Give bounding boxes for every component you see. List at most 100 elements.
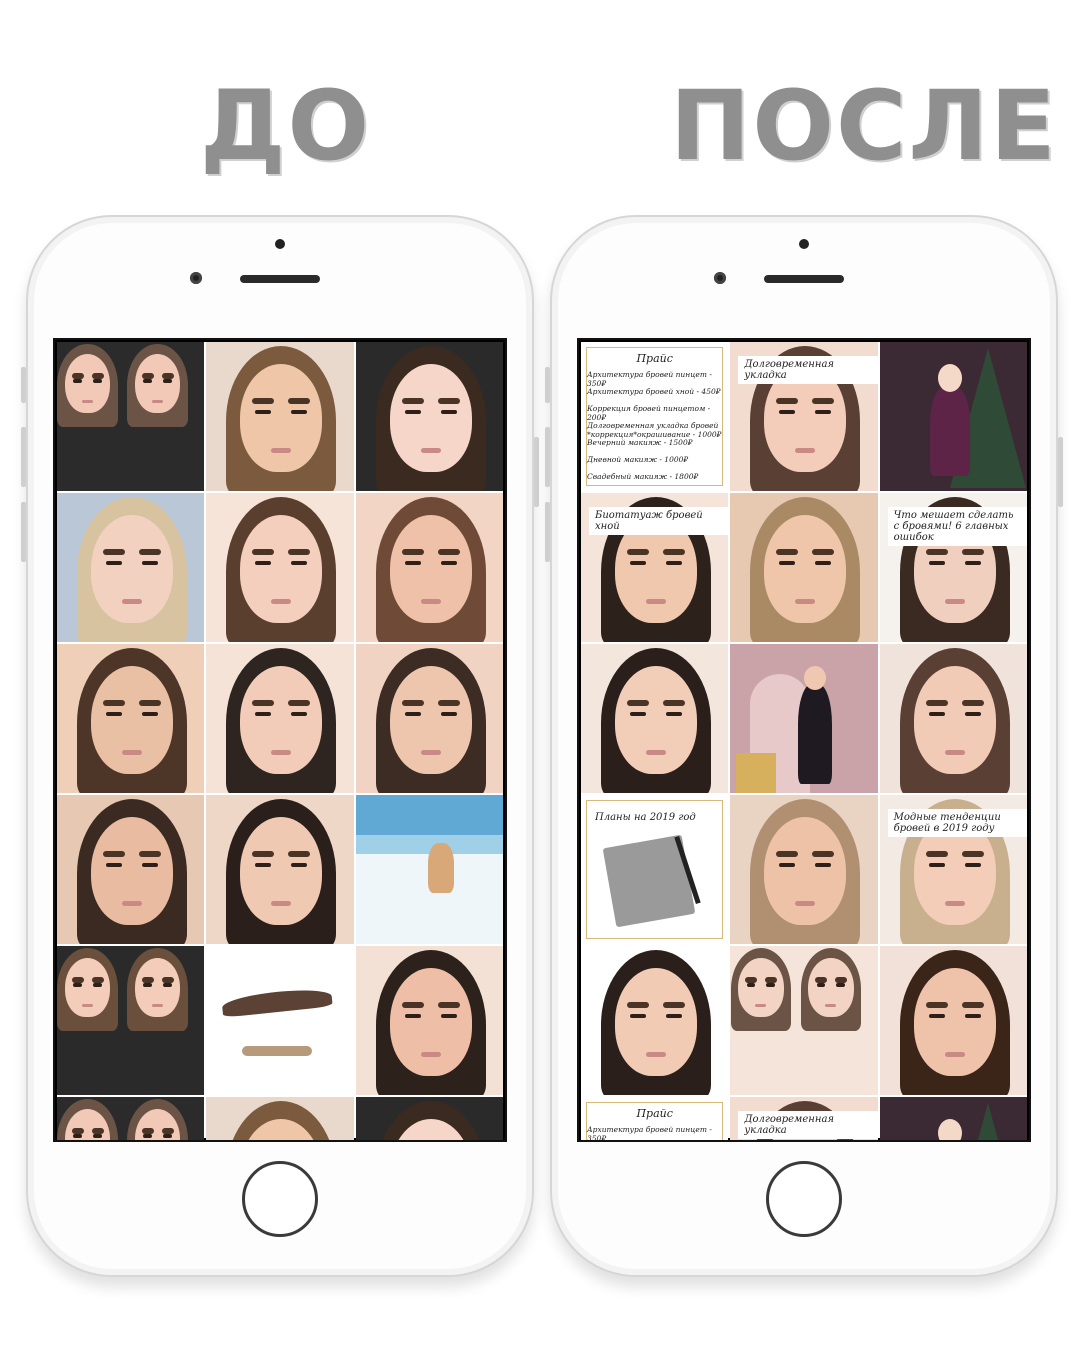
left-eyebrow (103, 700, 125, 706)
grid-post[interactable]: ПрайсАрхитектура бровей пинцет - 350₽Арх… (581, 1097, 729, 1140)
grid-post[interactable] (57, 493, 205, 642)
grid-post[interactable]: ПрайсАрхитектура бровей пинцет - 350₽Арх… (581, 342, 729, 491)
lips (944, 750, 965, 755)
grid-post[interactable] (57, 946, 205, 1095)
lips (271, 901, 292, 906)
right-eyebrow (288, 549, 311, 555)
grid-post[interactable]: Долговременная укладка (730, 1097, 878, 1140)
right-eyebrow (764, 976, 777, 983)
left-eyebrow (776, 398, 799, 404)
left-eye (779, 410, 796, 414)
grid-post[interactable]: Биотатуаж бровей хной (581, 493, 729, 642)
right-eye (964, 712, 981, 716)
right-eye (815, 863, 832, 867)
left-eye (404, 410, 421, 414)
lips (271, 448, 292, 453)
home-button[interactable] (766, 1161, 842, 1237)
right-eyebrow (139, 549, 161, 555)
right-eye (291, 712, 308, 716)
left-eye (73, 983, 83, 988)
grid-post[interactable] (206, 342, 354, 491)
grid-post[interactable] (879, 946, 1027, 1095)
right-eye (815, 410, 832, 414)
right-eyebrow (161, 372, 174, 379)
right-eyebrow (961, 700, 984, 706)
grid-post[interactable] (730, 795, 878, 944)
grid-post[interactable] (355, 946, 503, 1095)
grid-post[interactable] (355, 342, 503, 491)
left-eyebrow (745, 976, 758, 983)
instagram-grid-after: Прайс Архитектура бровей пинцет - 350₽ Арх… (581, 342, 1027, 1140)
right-eyebrow (139, 851, 161, 857)
face-shape (91, 666, 173, 774)
right-eye (666, 712, 682, 716)
grid-post[interactable] (730, 493, 878, 642)
grid-post[interactable] (206, 1097, 354, 1140)
grid-post[interactable] (730, 644, 878, 793)
sitting-woman (427, 843, 454, 893)
grid-post[interactable] (355, 795, 503, 944)
grid-post[interactable] (57, 1097, 205, 1140)
lips (646, 750, 666, 755)
grid-post[interactable] (581, 946, 729, 1095)
left-eyebrow (252, 398, 275, 404)
grid-post[interactable] (879, 644, 1027, 793)
left-eyebrow (401, 398, 424, 404)
post-caption: Долговременная укладка (738, 356, 878, 384)
right-eye (666, 561, 682, 565)
right-eye (291, 561, 308, 565)
left-eye (143, 379, 153, 384)
grid-post[interactable] (57, 644, 205, 793)
right-eye (440, 561, 457, 565)
right-eyebrow (812, 549, 835, 555)
grid-post[interactable] (206, 946, 354, 1095)
right-eyebrow (288, 700, 311, 706)
screen-before (53, 338, 507, 1142)
left-eye (73, 1134, 83, 1139)
right-eyebrow (91, 372, 104, 379)
left-eyebrow (71, 372, 84, 379)
grid-post[interactable] (879, 1097, 1027, 1140)
grid-post[interactable] (355, 644, 503, 793)
grid-post[interactable] (355, 493, 503, 642)
right-eye (93, 1134, 102, 1139)
left-eyebrow (925, 851, 948, 857)
face-shape (91, 515, 173, 623)
right-eyebrow (437, 1002, 460, 1008)
left-eyebrow (627, 549, 649, 555)
right-eye (964, 1014, 981, 1018)
right-eye (291, 410, 308, 414)
grid-post[interactable] (355, 1097, 503, 1140)
grid-post[interactable]: Что мешает сделать с бровями! 6 главных … (879, 493, 1027, 642)
right-eye (440, 410, 457, 414)
left-eyebrow (776, 549, 799, 555)
left-eyebrow (925, 549, 948, 555)
volume-down-button (545, 502, 550, 562)
face-shape (389, 666, 472, 774)
right-eyebrow (663, 700, 685, 706)
grid-post[interactable] (730, 946, 878, 1095)
right-eye (142, 561, 158, 565)
price-line: Коррекция бровей пинцетом - 200₽ (587, 404, 711, 423)
grid-post[interactable]: Долговременная укладка (730, 342, 878, 491)
left-eye (143, 1134, 153, 1139)
grid-post[interactable] (57, 795, 205, 944)
home-button[interactable] (242, 1161, 318, 1237)
mute-switch (21, 367, 26, 403)
right-eyebrow (288, 398, 311, 404)
right-eye (815, 561, 832, 565)
lips (152, 400, 164, 404)
grid-post[interactable] (879, 342, 1027, 491)
left-eye (73, 379, 83, 384)
grid-post[interactable] (206, 795, 354, 944)
grid-post[interactable]: Модные тенденции бровей в 2019 году (879, 795, 1027, 944)
grid-post[interactable] (57, 342, 205, 491)
grid-post[interactable] (581, 644, 729, 793)
grid-post[interactable] (206, 644, 354, 793)
left-eye (779, 863, 796, 867)
face-shape (91, 817, 173, 925)
right-eyebrow (961, 1002, 984, 1008)
grid-post[interactable]: Планы на 2019 год (581, 795, 729, 944)
grid-post[interactable] (206, 493, 354, 642)
left-eye (106, 863, 122, 867)
